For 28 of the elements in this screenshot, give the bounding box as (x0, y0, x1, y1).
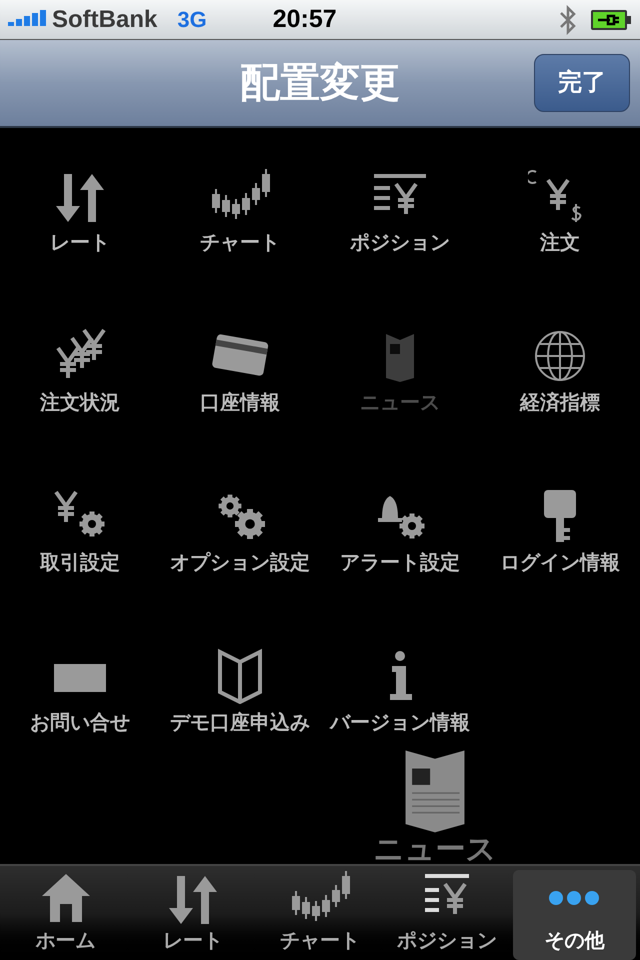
item-label[interactable]: チャート (200, 228, 280, 258)
item-label[interactable]: 取引設定 (40, 548, 120, 578)
item-label[interactable]: ポジション (350, 228, 450, 258)
tab-bar-item[interactable]: レート (131, 870, 254, 960)
done-button[interactable]: 完了 (534, 54, 630, 112)
item-label[interactable]: 経済指標 (520, 388, 600, 418)
item-label[interactable]: 注文状況 (40, 388, 120, 418)
tab-bar-item[interactable]: ホーム (4, 870, 128, 960)
dragged-item-label[interactable]: ニュース (374, 834, 496, 866)
status-time: 20:57 (272, 4, 337, 35)
dots-icon (549, 890, 600, 906)
tab-bar-item[interactable]: その他 (512, 870, 636, 960)
item-label[interactable]: オプション設定 (170, 548, 310, 578)
item-label[interactable]: ログイン情報 (500, 548, 620, 578)
item-label[interactable]: レート (50, 228, 110, 258)
carrier-name: SoftBank (52, 4, 158, 34)
tab-bar-item[interactable]: ポジション (386, 870, 509, 960)
item-label[interactable]: 口座情報 (200, 388, 280, 418)
item-label[interactable]: お問い合せ (30, 708, 130, 738)
item-label[interactable]: アラート設定 (340, 548, 460, 578)
nav-title: 配置変更 (240, 60, 400, 107)
item-label[interactable]: 注文 (540, 228, 580, 258)
tab-bar-item[interactable]: チャート (258, 870, 382, 960)
battery-icon (590, 8, 632, 30)
bluetooth-icon (558, 4, 578, 34)
network-type: 3G (177, 6, 207, 34)
item-label[interactable]: デモ口座申込み (170, 708, 310, 738)
item-label[interactable]: バージョン情報 (330, 708, 470, 738)
